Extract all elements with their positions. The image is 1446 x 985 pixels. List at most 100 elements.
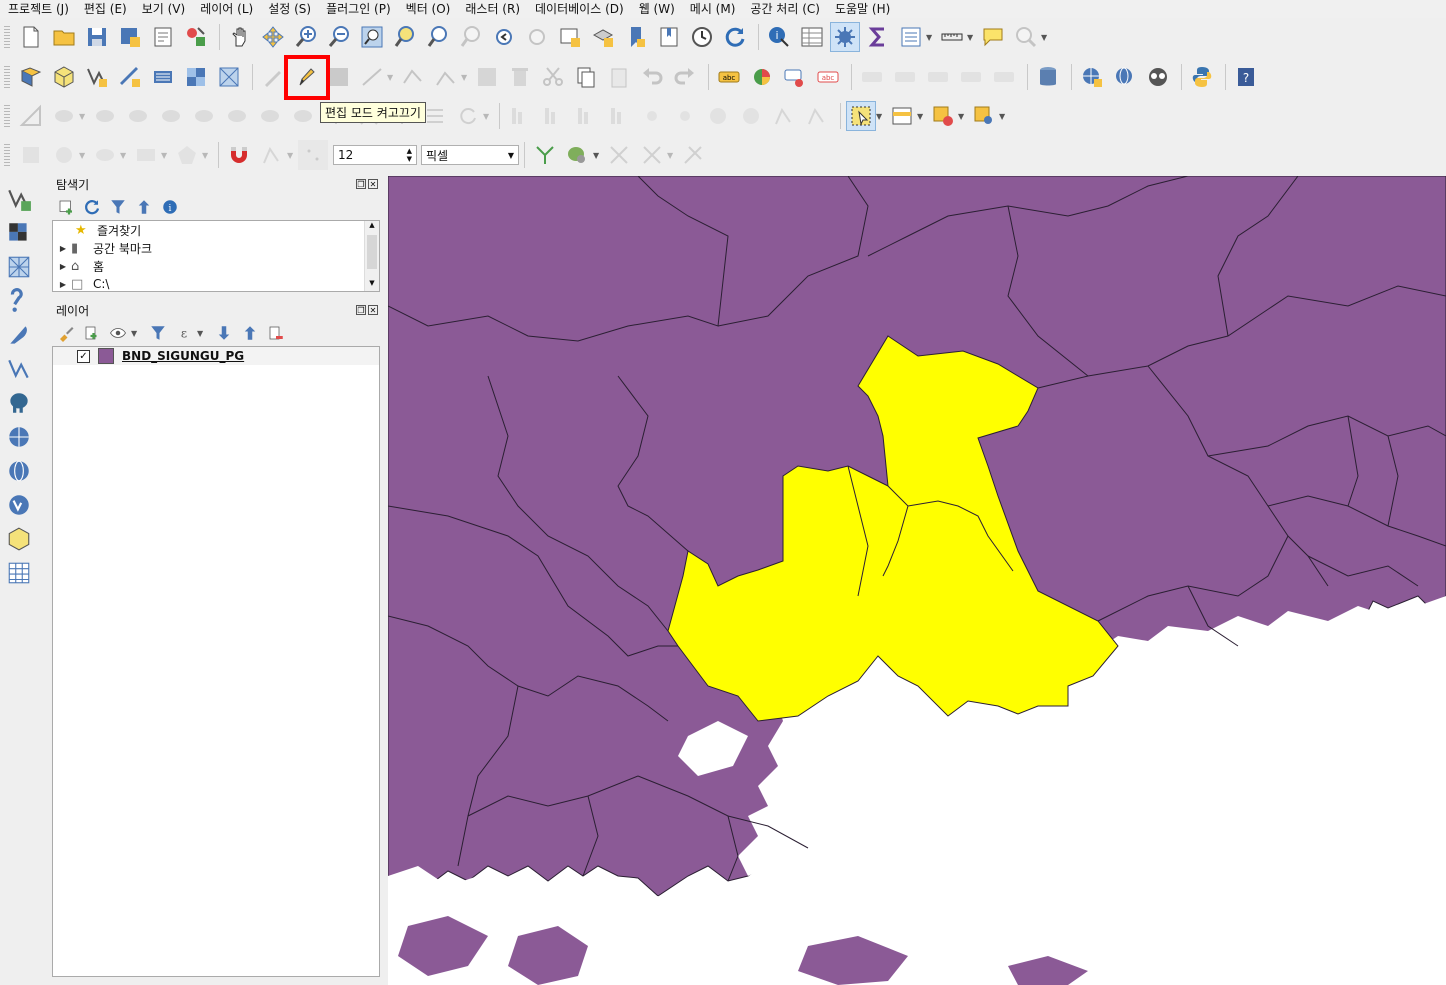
menu-item-10[interactable]: 메시 (M) — [682, 0, 743, 18]
menu-item-9[interactable]: 웹 (W) — [631, 0, 682, 18]
vertex-add-button[interactable] — [769, 101, 799, 131]
dropdown-arrow[interactable]: ▼ — [1041, 33, 1049, 42]
diagram-button[interactable] — [747, 62, 777, 92]
dropdown-arrow[interactable]: ▼ — [917, 112, 925, 121]
menu-item-8[interactable]: 데이터베이스 (D) — [527, 0, 631, 18]
statistical-summary-button[interactable] — [863, 22, 893, 52]
menu-item-0[interactable]: 프로젝트 (J) — [0, 0, 76, 18]
add-xyz-button[interactable] — [1143, 62, 1173, 92]
menu-item-2[interactable]: 보기 (V) — [134, 0, 192, 18]
dropdown-arrow[interactable]: ▼ — [161, 151, 169, 160]
filter-browser-button[interactable] — [108, 197, 128, 217]
add-postgis-button[interactable] — [4, 388, 34, 418]
toolbar-grip[interactable] — [4, 24, 10, 50]
align-rasters-button[interactable] — [505, 101, 535, 131]
highlight-pin-button[interactable] — [780, 62, 810, 92]
identify-button[interactable]: i — [764, 22, 794, 52]
dropdown-arrow[interactable]: ▼ — [967, 33, 975, 42]
dropdown-arrow[interactable]: ▼ — [593, 151, 601, 160]
vertex-tool-all-button[interactable] — [431, 62, 461, 92]
add-vector-layer-button[interactable] — [4, 184, 34, 214]
select-location-button[interactable] — [969, 101, 999, 131]
dropdown-arrow[interactable]: ▼ — [197, 329, 205, 338]
layer-symbol-swatch[interactable] — [98, 348, 114, 364]
dropdown-arrow[interactable]: ▼ — [483, 112, 491, 121]
simplify-button[interactable] — [123, 101, 153, 131]
style-manager-button[interactable] — [181, 22, 211, 52]
offset-curve-button[interactable] — [288, 101, 318, 131]
print-layout-button[interactable] — [148, 22, 178, 52]
vertex-tool-button[interactable] — [398, 62, 428, 92]
new-virtual-layer-button[interactable] — [148, 62, 178, 92]
dropdown-arrow[interactable]: ▼ — [131, 329, 139, 338]
help-button[interactable]: ? — [1231, 62, 1261, 92]
menu-item-1[interactable]: 편집 (E) — [76, 0, 134, 18]
rectangle-digitize-button[interactable] — [131, 140, 161, 170]
snapping-toggle-button[interactable] — [224, 140, 254, 170]
snapping-mode-button[interactable] — [257, 140, 287, 170]
scroll-down-icon[interactable]: ▼ — [365, 279, 379, 291]
tracing-button[interactable] — [637, 140, 667, 170]
open-styling-button[interactable] — [56, 323, 76, 343]
python-console-button[interactable] — [1187, 62, 1217, 92]
new-scratch-layer-button[interactable] — [115, 62, 145, 92]
new-project-button[interactable] — [16, 22, 46, 52]
highlight-2-button[interactable] — [670, 101, 700, 131]
scroll-thumb[interactable] — [367, 235, 377, 269]
cut-button[interactable] — [538, 62, 568, 92]
dropdown-arrow[interactable]: ▼ — [387, 73, 395, 82]
redo-button[interactable] — [670, 62, 700, 92]
remove-layer-button[interactable] — [266, 323, 286, 343]
menu-item-11[interactable]: 공간 처리 (C) — [742, 0, 827, 18]
topological-editing-button[interactable] — [530, 140, 560, 170]
annotation-button[interactable] — [978, 22, 1008, 52]
filter-legend-button[interactable] — [148, 323, 168, 343]
copy-button[interactable] — [571, 62, 601, 92]
open-project-button[interactable] — [49, 22, 79, 52]
paste-button[interactable] — [604, 62, 634, 92]
expand-arrow-icon[interactable]: ▶ — [57, 280, 69, 289]
move-label-button[interactable] — [923, 62, 953, 92]
toolbar-grip[interactable] — [4, 103, 10, 129]
properties-button[interactable]: i — [160, 197, 180, 217]
field-calculator-button[interactable] — [896, 22, 926, 52]
dropdown-arrow[interactable]: ▼ — [999, 112, 1007, 121]
pan-to-selection-button[interactable] — [258, 22, 288, 52]
dropdown-arrow[interactable]: ▼ — [876, 112, 884, 121]
zoom-to-layer-button[interactable] — [423, 22, 453, 52]
select-by-value-button[interactable] — [887, 101, 917, 131]
close-panel-icon[interactable]: ✕ — [368, 305, 378, 315]
pan-button[interactable] — [225, 22, 255, 52]
add-wfs-layer-button[interactable] — [4, 490, 34, 520]
shape-digitize-button[interactable] — [16, 140, 46, 170]
menu-item-5[interactable]: 플러그인 (P) — [318, 0, 398, 18]
add-delimited-text-button[interactable] — [4, 286, 34, 316]
map-canvas[interactable] — [388, 176, 1446, 985]
add-spatialite-button[interactable] — [4, 320, 34, 350]
dropdown-arrow[interactable]: ▼ — [958, 112, 966, 121]
browser-scrollbar[interactable]: ▲ ▼ — [364, 221, 379, 291]
browser-item[interactable]: ▶ ▮ 공간 북마크 — [53, 239, 379, 257]
expand-all-button[interactable] — [214, 323, 234, 343]
close-panel-icon[interactable]: ✕ — [368, 179, 378, 189]
attribute-table-button[interactable] — [797, 22, 827, 52]
refresh-button[interactable] — [720, 22, 750, 52]
snapping-type-button[interactable] — [298, 140, 328, 170]
statistics-button[interactable] — [830, 22, 860, 52]
layers-tree[interactable]: ✓ BND_SIGUNGU_PG — [52, 346, 380, 977]
add-table-button[interactable] — [4, 558, 34, 588]
rotate-point-button[interactable] — [453, 101, 483, 131]
change-label-button[interactable] — [989, 62, 1019, 92]
browser-item[interactable]: ▶ □ C:\ — [53, 275, 379, 293]
new-map-view-button[interactable] — [555, 22, 585, 52]
zoom-last-button[interactable] — [489, 22, 519, 52]
menu-item-3[interactable]: 레이어 (L) — [192, 0, 260, 18]
filter-expression-button[interactable]: ε — [174, 323, 194, 343]
zoom-native-button[interactable] — [456, 22, 486, 52]
add-wms-layer-button[interactable] — [4, 422, 34, 452]
browser-item[interactable]: ★ 즐겨찾기 — [53, 221, 379, 239]
dropdown-arrow[interactable]: ▼ — [667, 151, 675, 160]
pin-label-button[interactable] — [857, 62, 887, 92]
highlight-button[interactable] — [637, 101, 667, 131]
new-geopackage-button[interactable] — [49, 62, 79, 92]
